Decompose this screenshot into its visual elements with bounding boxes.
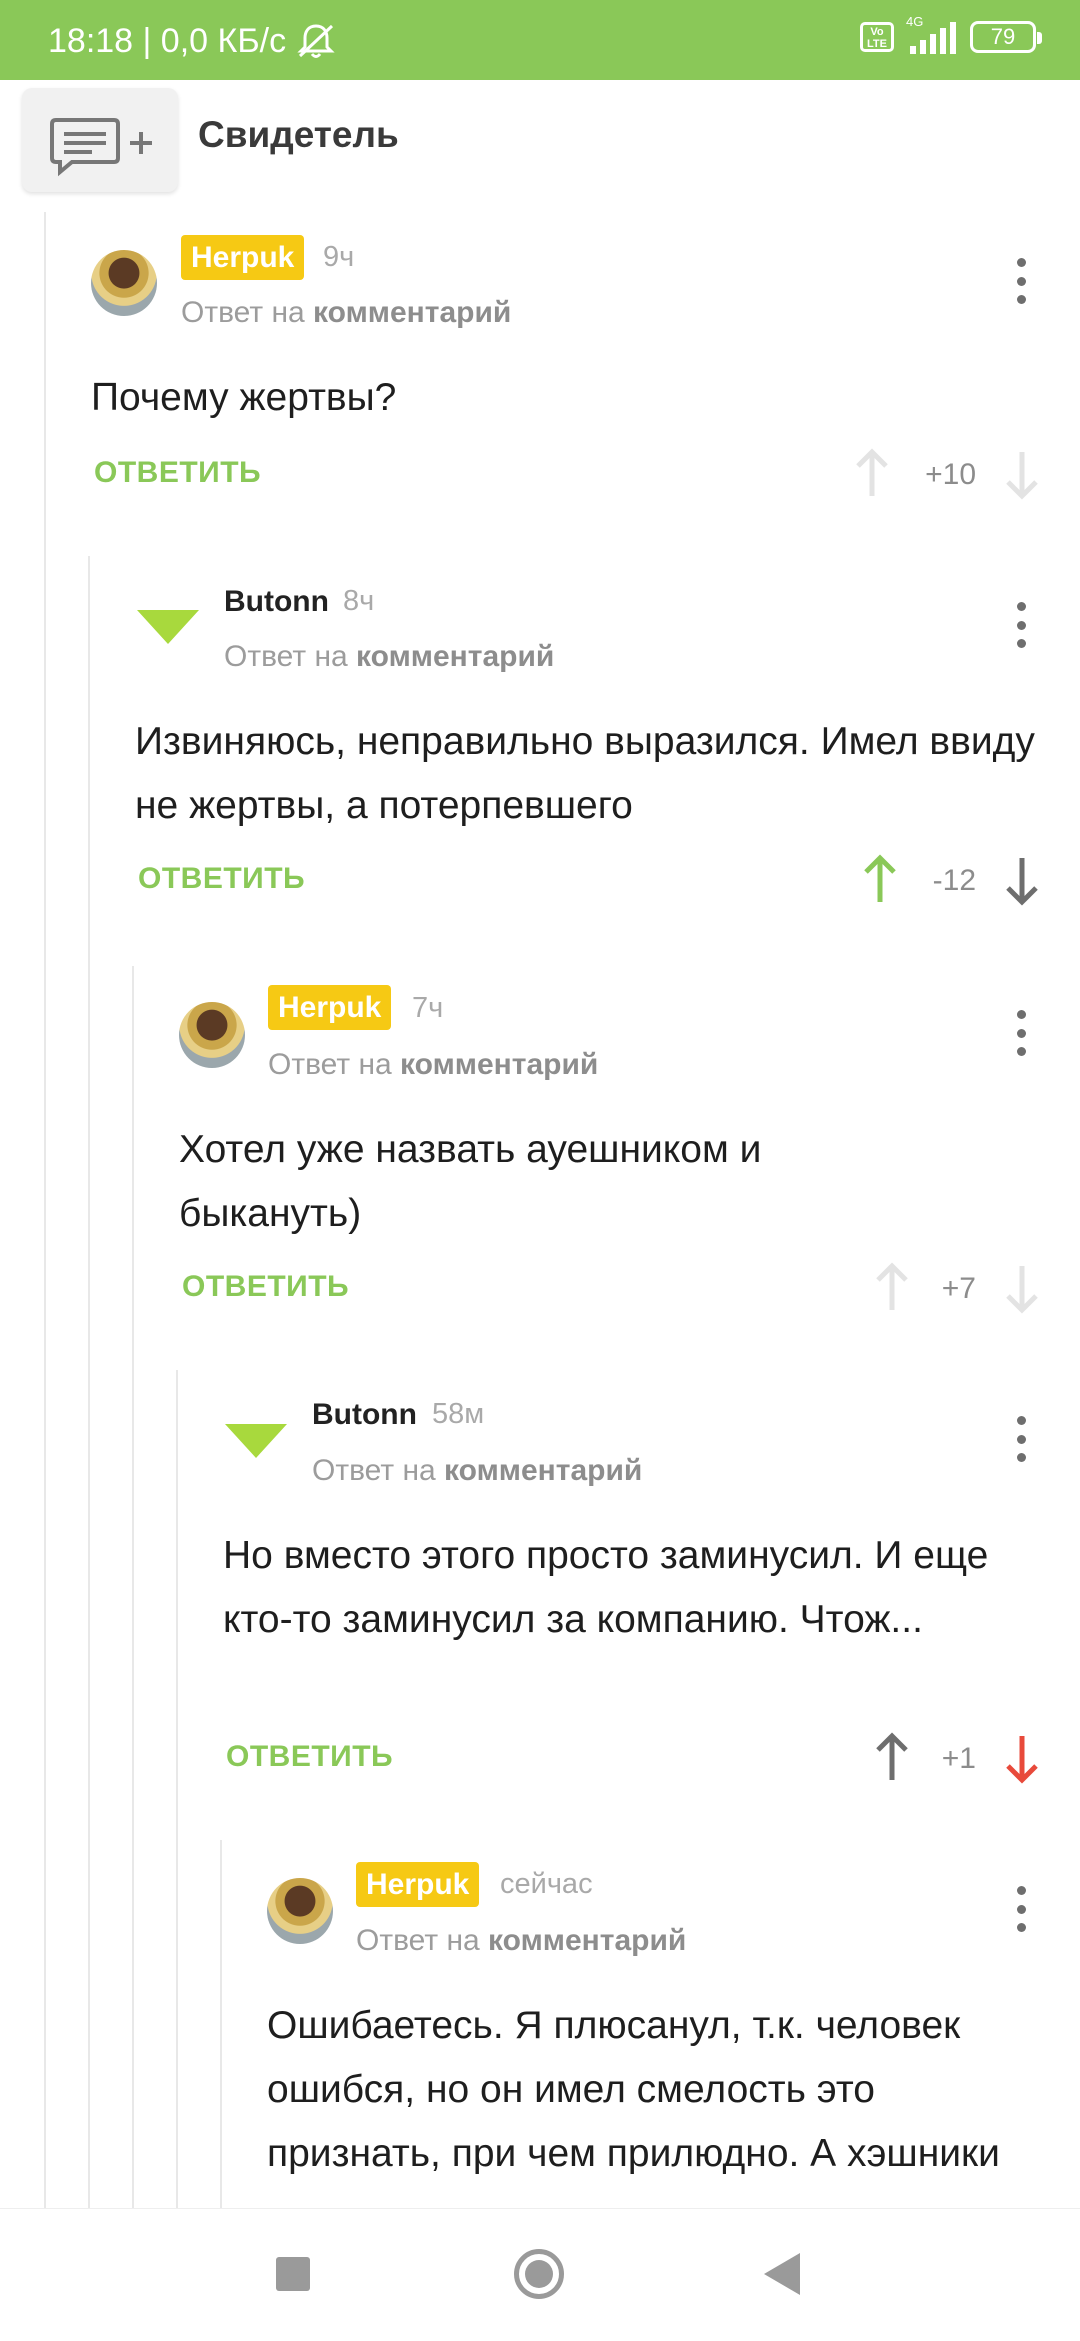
reply-button[interactable]: ОТВЕТИТЬ (138, 862, 305, 896)
more-options-icon[interactable] (1016, 602, 1026, 648)
add-comment-icon (50, 118, 152, 177)
reply-to-prefix: Ответ на (224, 640, 348, 673)
recents-icon[interactable] (276, 2257, 310, 2291)
avatar[interactable] (91, 250, 157, 316)
reply-to[interactable]: Ответ на комментарий (181, 296, 511, 330)
author-badge[interactable]: Herpuk (181, 235, 305, 280)
reply-to-prefix: Ответ на (312, 1454, 436, 1487)
reply-to[interactable]: Ответ на комментарий (268, 1048, 598, 1082)
reply-button[interactable]: ОТВЕТИТЬ (182, 1270, 349, 1304)
more-options-icon[interactable] (1016, 1010, 1026, 1056)
reply-to-link[interactable]: комментарий (356, 640, 554, 673)
notifications-off-icon (297, 24, 335, 58)
comment-time: 8ч (343, 585, 375, 617)
more-options-icon[interactable] (1016, 258, 1026, 304)
reply-to-prefix: Ответ на (356, 1924, 480, 1957)
comment-time: 58м (432, 1398, 485, 1430)
thread-line (220, 1840, 222, 2208)
reply-to[interactable]: Ответ на комментарий (312, 1454, 642, 1488)
reply-to-link[interactable]: комментарий (444, 1454, 642, 1487)
reply-to-link[interactable]: комментарий (400, 1048, 598, 1081)
comment-time: сейчас (500, 1868, 593, 1900)
more-options-icon[interactable] (1016, 1886, 1026, 1932)
volte-icon: Vo LTE (860, 22, 894, 52)
avatar[interactable] (225, 1424, 287, 1458)
back-icon[interactable] (764, 2253, 800, 2295)
avatar[interactable] (137, 610, 199, 644)
network-type: 4G (906, 14, 924, 29)
author-badge[interactable]: Herpuk (268, 985, 392, 1030)
more-options-icon[interactable] (1016, 1416, 1026, 1462)
downvote-icon[interactable] (1002, 448, 1042, 500)
add-comment-button[interactable] (22, 88, 178, 192)
upvote-icon[interactable] (860, 854, 900, 906)
comment-text: Почему жертвы? (91, 376, 397, 419)
home-icon[interactable] (514, 2249, 564, 2299)
comment-time: 9ч (323, 241, 355, 273)
comment-text: Извиняюсь, неправильно выразился. Имел в… (135, 720, 1035, 827)
status-time: 18:18 | 0,0 КБ/с (48, 22, 287, 60)
avatar[interactable] (267, 1878, 333, 1944)
avatar[interactable] (179, 1002, 245, 1068)
comment-text: Но вместо этого просто заминусил. И еще … (223, 1534, 989, 1641)
downvote-icon[interactable] (1002, 1732, 1042, 1784)
author-name[interactable]: Butonn (224, 585, 329, 619)
app-header: Свидетель (0, 80, 1080, 210)
battery-icon: 79 (970, 21, 1042, 53)
comment-text: Ошибаетесь. Я плюсанул, т.к. человек оши… (267, 2004, 1000, 2208)
reply-to-link[interactable]: комментарий (488, 1924, 686, 1957)
score: +10 (925, 458, 976, 491)
reply-to-link[interactable]: комментарий (313, 296, 511, 329)
author-name[interactable]: Butonn (312, 1398, 417, 1432)
reply-to[interactable]: Ответ на комментарий (224, 640, 554, 674)
signal-icon: 4G (906, 14, 956, 54)
thread-line (132, 966, 134, 2208)
status-bar: 18:18 | 0,0 КБ/с Vo LTE 4G 79 (0, 0, 1080, 80)
reply-to-prefix: Ответ на (181, 296, 305, 329)
comment-time: 7ч (412, 992, 444, 1024)
downvote-icon[interactable] (1002, 854, 1042, 906)
thread-line (44, 212, 46, 2208)
downvote-icon[interactable] (1002, 1262, 1042, 1314)
thread-line (176, 1370, 178, 2208)
page-title: Свидетель (198, 114, 399, 155)
reply-button[interactable]: ОТВЕТИТЬ (94, 456, 261, 490)
score: +1 (941, 1742, 976, 1775)
comment-text-clip: Ошибаетесь. Я плюсанул, т.к. человек оши… (267, 1994, 1027, 2208)
reply-to-prefix: Ответ на (268, 1048, 392, 1081)
score: -12 (932, 864, 976, 897)
author-badge[interactable]: Herpuk (356, 1862, 480, 1907)
reply-button[interactable]: ОТВЕТИТЬ (226, 1740, 393, 1774)
comment-text: Хотел уже назвать ауешником и быкануть) (179, 1128, 762, 1235)
reply-to[interactable]: Ответ на комментарий (356, 1924, 686, 1958)
system-nav-bar (0, 2208, 1080, 2341)
score: +7 (941, 1272, 976, 1305)
upvote-icon[interactable] (852, 448, 892, 500)
thread-line (88, 556, 90, 2208)
